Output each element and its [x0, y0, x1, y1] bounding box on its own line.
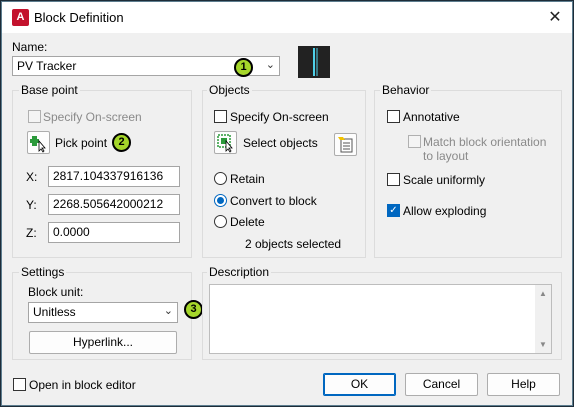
callout-marker-2: 2: [112, 133, 131, 152]
callout-marker-1: 1: [234, 58, 253, 77]
x-input[interactable]: 2817.104337916136: [48, 166, 180, 187]
callout-marker-3: 3: [184, 300, 203, 319]
scroll-up-icon[interactable]: ▲: [539, 289, 547, 298]
name-value: PV Tracker: [17, 59, 77, 73]
annotative-label: Annotative: [403, 110, 460, 124]
base-specify-onscreen-label: Specify On-screen: [43, 110, 142, 124]
quick-select-button[interactable]: [334, 133, 357, 156]
description-textarea[interactable]: ▲ ▼: [209, 284, 552, 354]
settings-title: Settings: [19, 265, 67, 279]
ok-button[interactable]: OK: [323, 373, 396, 396]
open-in-block-editor-checkbox[interactable]: [13, 378, 26, 391]
select-objects-icon: [217, 134, 233, 153]
chevron-down-icon[interactable]: ⌄: [266, 58, 275, 73]
close-button[interactable]: ✕: [542, 7, 568, 29]
selection-status: 2 objects selected: [245, 237, 342, 251]
title-bar: A Block Definition ✕: [2, 2, 572, 33]
autocad-app-icon: A: [12, 9, 29, 26]
select-objects-label: Select objects: [243, 136, 318, 150]
base-specify-onscreen-checkbox[interactable]: [28, 110, 41, 123]
scale-uniformly-checkbox[interactable]: [387, 173, 400, 186]
convert-to-block-radio[interactable]: [214, 194, 227, 207]
description-scrollbar[interactable]: ▲ ▼: [535, 285, 551, 353]
base-point-title: Base point: [19, 83, 80, 97]
scroll-down-icon[interactable]: ▼: [539, 340, 547, 349]
name-label: Name:: [12, 40, 48, 54]
objects-specify-onscreen-checkbox[interactable]: [214, 110, 227, 123]
delete-radio[interactable]: [214, 215, 227, 228]
match-orientation-checkbox[interactable]: [408, 135, 421, 148]
objects-title: Objects: [207, 83, 252, 97]
cancel-button[interactable]: Cancel: [405, 373, 478, 396]
allow-exploding-label: Allow exploding: [403, 204, 487, 218]
y-input[interactable]: 2268.505642000212: [48, 194, 180, 215]
open-in-block-editor-label: Open in block editor: [29, 378, 136, 392]
match-orientation-label-line1: Match block orientation: [423, 135, 547, 149]
z-label: Z:: [26, 226, 37, 240]
chevron-down-icon[interactable]: ⌄: [164, 304, 173, 319]
retain-radio[interactable]: [214, 172, 227, 185]
pick-point-icon: [30, 136, 46, 153]
z-input[interactable]: 0.0000: [48, 222, 180, 243]
block-unit-label: Block unit:: [28, 285, 84, 299]
annotative-checkbox[interactable]: [387, 110, 400, 123]
block-preview: [298, 46, 330, 78]
help-button[interactable]: Help: [487, 373, 560, 396]
objects-specify-onscreen-label: Specify On-screen: [230, 110, 329, 124]
block-definition-dialog: A Block Definition ✕ Name: PV Tracker ⌄ …: [1, 1, 573, 406]
convert-to-block-label: Convert to block: [230, 194, 317, 208]
match-orientation-label-line2: to layout: [423, 149, 469, 163]
hyperlink-button[interactable]: Hyperlink...: [29, 331, 177, 354]
x-label: X:: [26, 170, 38, 184]
select-objects-button[interactable]: [214, 131, 237, 154]
quick-select-icon: [338, 137, 353, 153]
pick-point-button[interactable]: [27, 131, 50, 154]
scale-uniformly-label: Scale uniformly: [403, 173, 486, 187]
behavior-title: Behavior: [380, 83, 432, 97]
block-unit-value: Unitless: [33, 305, 76, 319]
allow-exploding-checkbox[interactable]: ✓: [387, 204, 400, 217]
block-unit-select[interactable]: Unitless ⌄: [28, 302, 178, 323]
description-title: Description: [207, 265, 272, 279]
delete-label: Delete: [230, 215, 265, 229]
window-title: Block Definition: [34, 10, 124, 25]
pick-point-label: Pick point: [55, 136, 108, 150]
y-label: Y:: [26, 198, 37, 212]
retain-label: Retain: [230, 172, 265, 186]
